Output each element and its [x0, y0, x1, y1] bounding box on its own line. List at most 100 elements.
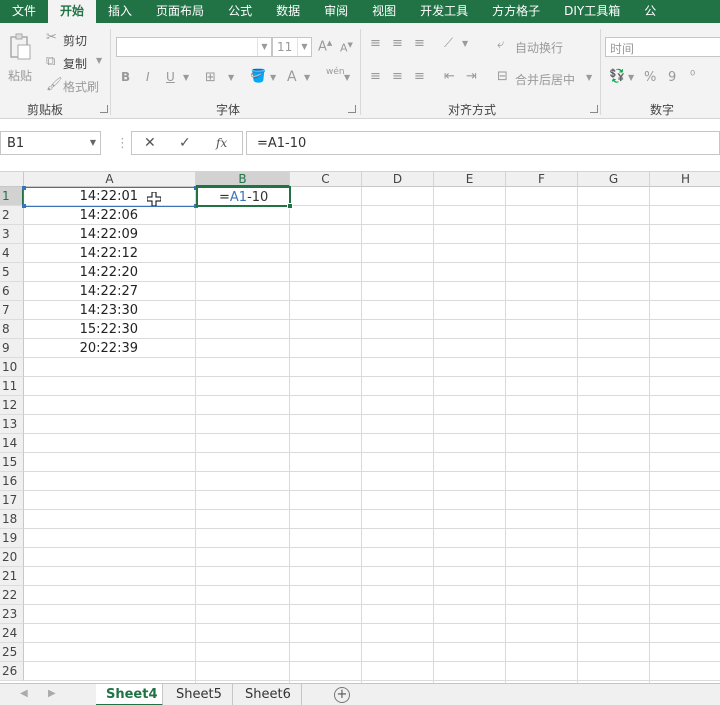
active-cell-b1[interactable]: =A1-10 [196, 186, 293, 209]
tab-developer[interactable]: 开发工具 [408, 0, 480, 23]
row-header-18[interactable]: 18 [0, 510, 24, 529]
cell-a4[interactable]: 14:22:12 [24, 244, 196, 263]
percent-button[interactable]: % [644, 70, 656, 85]
cell-a8[interactable]: 15:22:30 [24, 320, 196, 339]
select-all-corner[interactable] [0, 172, 24, 187]
row-header-16[interactable]: 16 [0, 472, 24, 491]
font-color-dropdown-icon[interactable]: ▼ [304, 74, 310, 82]
cut-button[interactable]: 剪切 [63, 32, 87, 49]
prev-sheet-icon[interactable]: ◀ [20, 688, 28, 699]
cell-a3[interactable]: 14:22:09 [24, 225, 196, 244]
fill-handle[interactable] [287, 203, 293, 209]
column-header-h[interactable]: H [650, 172, 720, 187]
orientation-dropdown-icon[interactable]: ▼ [462, 40, 468, 48]
italic-button[interactable]: I [146, 70, 150, 84]
next-sheet-icon[interactable]: ▶ [48, 688, 56, 699]
row-header-2[interactable]: 2 [0, 206, 24, 225]
row-header-8[interactable]: 8 [0, 320, 24, 339]
cell-a2[interactable]: 14:22:06 [24, 206, 196, 225]
paste-button[interactable]: 粘贴 [8, 67, 32, 84]
clipboard-launcher-icon[interactable] [100, 105, 108, 113]
copy-dropdown-icon[interactable]: ▼ [96, 57, 102, 65]
row-header-25[interactable]: 25 [0, 643, 24, 662]
row-header-10[interactable]: 10 [0, 358, 24, 377]
align-top-icon[interactable]: ≡ [370, 37, 381, 50]
row-header-21[interactable]: 21 [0, 567, 24, 586]
row-header-20[interactable]: 20 [0, 548, 24, 567]
row-header-24[interactable]: 24 [0, 624, 24, 643]
copy-button[interactable]: 复制 [63, 55, 87, 72]
cancel-icon[interactable]: ✕ [144, 135, 156, 151]
fill-dropdown-icon[interactable]: ▼ [270, 74, 276, 82]
bold-button[interactable]: B [121, 70, 130, 84]
row-header-22[interactable]: 22 [0, 586, 24, 605]
align-bottom-icon[interactable]: ≡ [414, 37, 425, 50]
tab-data[interactable]: 数据 [264, 0, 312, 23]
cell-a5[interactable]: 14:22:20 [24, 263, 196, 282]
underline-button[interactable]: U [166, 70, 175, 84]
fill-color-icon[interactable]: 🪣 [250, 70, 266, 83]
font-name-select[interactable]: ▼ [116, 37, 272, 57]
column-header-a[interactable]: A [24, 172, 196, 187]
row-header-1[interactable]: 1 [0, 187, 24, 206]
currency-icon[interactable]: 💱 [609, 70, 625, 83]
tab-page-layout[interactable]: 页面布局 [144, 0, 216, 23]
column-header-e[interactable]: E [434, 172, 506, 187]
format-painter-button[interactable]: 格式刷 [63, 78, 99, 95]
row-header-26[interactable]: 26 [0, 662, 24, 681]
tab-review[interactable]: 审阅 [312, 0, 360, 23]
insert-function-icon[interactable]: fx [216, 136, 227, 150]
tab-file[interactable]: 文件 [0, 0, 48, 23]
align-center-icon[interactable]: ≡ [392, 70, 403, 83]
align-right-icon[interactable]: ≡ [414, 70, 425, 83]
row-header-14[interactable]: 14 [0, 434, 24, 453]
currency-dropdown-icon[interactable]: ▼ [628, 74, 634, 82]
font-size-select[interactable]: 11 ▼ [272, 37, 312, 57]
border-dropdown-icon[interactable]: ▼ [228, 74, 234, 82]
formula-input[interactable]: =A1-10 [246, 131, 720, 155]
sheet-tab-sheet6[interactable]: Sheet6 [235, 684, 302, 705]
row-header-19[interactable]: 19 [0, 529, 24, 548]
row-header-13[interactable]: 13 [0, 415, 24, 434]
increase-indent-icon[interactable]: ⇥ [466, 70, 477, 83]
number-format-select[interactable]: 时间 [605, 37, 720, 57]
row-header-3[interactable]: 3 [0, 225, 24, 244]
pinyin-button[interactable]: wén [326, 67, 345, 77]
cell-a7[interactable]: 14:23:30 [24, 301, 196, 320]
tab-formula-partial[interactable]: 公 [632, 0, 668, 23]
alignment-launcher-icon[interactable] [590, 105, 598, 113]
tab-fangfang[interactable]: 方方格子 [480, 0, 552, 23]
wrap-text-button[interactable]: 自动换行 [515, 39, 563, 56]
enter-icon[interactable]: ✓ [179, 135, 191, 151]
decrease-font-icon[interactable]: A▼ [340, 42, 353, 54]
tab-view[interactable]: 视图 [360, 0, 408, 23]
pinyin-dropdown-icon[interactable]: ▼ [344, 74, 350, 82]
spreadsheet-grid[interactable]: ABCDEFGH 1 2 3 4 5 6 7 8 9 10 11 12 13 14 15 16 17 18 19 20… [0, 172, 720, 683]
paste-icon[interactable] [8, 33, 32, 61]
column-header-d[interactable]: D [362, 172, 434, 187]
increase-decimal-icon[interactable]: ⁰ [690, 70, 695, 83]
add-sheet-icon[interactable]: + [334, 687, 350, 703]
tab-home[interactable]: 开始 [48, 0, 97, 23]
align-left-icon[interactable]: ≡ [370, 70, 381, 83]
row-header-12[interactable]: 12 [0, 396, 24, 415]
row-header-9[interactable]: 9 [0, 339, 24, 358]
tab-formulas[interactable]: 公式 [216, 0, 264, 23]
font-color-button[interactable]: A [287, 69, 297, 85]
sheet-tab-sheet4[interactable]: Sheet4 [96, 684, 163, 705]
cell-a6[interactable]: 14:22:27 [24, 282, 196, 301]
row-header-11[interactable]: 11 [0, 377, 24, 396]
tab-diy-toolbox[interactable]: DIY工具箱 [552, 0, 632, 23]
sheet-tab-sheet5[interactable]: Sheet5 [166, 684, 233, 705]
column-header-g[interactable]: G [578, 172, 650, 187]
decrease-indent-icon[interactable]: ⇤ [444, 70, 455, 83]
cell-a9[interactable]: 20:22:39 [24, 339, 196, 358]
column-header-c[interactable]: C [290, 172, 362, 187]
row-header-17[interactable]: 17 [0, 491, 24, 510]
tab-insert[interactable]: 插入 [96, 0, 144, 23]
row-header-15[interactable]: 15 [0, 453, 24, 472]
border-icon[interactable]: ⊞ [205, 71, 216, 84]
orientation-icon[interactable]: ⟋ [444, 37, 453, 50]
row-header-23[interactable]: 23 [0, 605, 24, 624]
font-launcher-icon[interactable] [348, 105, 356, 113]
